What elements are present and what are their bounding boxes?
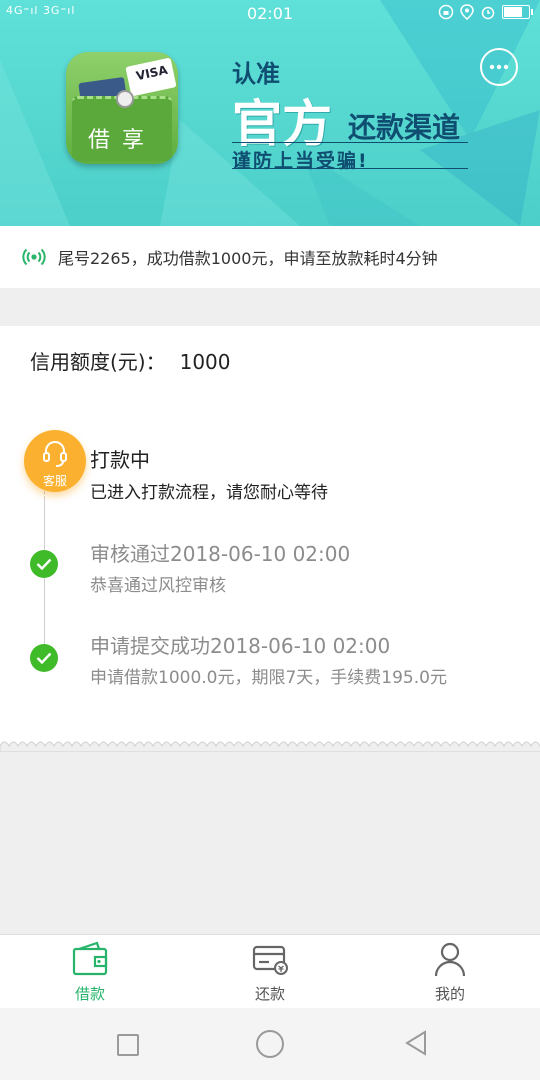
customer-service-label: 客服 — [42, 474, 67, 488]
card-icon — [252, 945, 288, 975]
back-icon[interactable] — [404, 1030, 428, 1056]
person-icon — [434, 942, 466, 977]
notice-bar: 尾号2265，成功借款1000元，申请至放款耗时4分钟 — [0, 226, 540, 288]
step-paying-title: 打款中 — [90, 448, 150, 472]
credit-label: 信用额度(元)： — [30, 350, 166, 374]
slogan-line2b: 还款渠道 — [348, 111, 461, 144]
step-approved-subtitle: 恭喜通过风控审核 — [90, 576, 226, 596]
tab-loan-label: 借款 — [74, 985, 105, 1003]
system-nav-bar — [0, 1008, 540, 1080]
check-icon — [30, 550, 58, 578]
step-submitted-subtitle: 申请借款1000.0元，期限7天，手续费195.0元 — [90, 668, 447, 688]
home-icon[interactable] — [256, 1030, 284, 1058]
tab-repay-label: 还款 — [254, 985, 285, 1003]
tab-mine-label: 我的 — [434, 985, 465, 1003]
recent-apps-icon[interactable] — [117, 1034, 139, 1056]
step-approved-title: 审核通过2018-06-10 02:00 — [90, 542, 351, 566]
step-paying-subtitle: 已进入打款流程，请您耐心等待 — [90, 483, 328, 503]
battery-icon — [502, 5, 533, 19]
broadcast-icon — [22, 248, 46, 266]
card-zigzag-edge — [0, 741, 540, 752]
check-icon — [30, 644, 58, 672]
step-submitted-title: 申请提交成功2018-06-10 02:00 — [90, 634, 391, 658]
headset-icon — [43, 441, 67, 467]
status-bar: 4G⁼ıl 3G⁼ıl 02:01 — [0, 0, 540, 28]
location-icon — [460, 4, 474, 20]
tab-mine[interactable]: 我的 — [360, 941, 540, 1004]
tab-loan[interactable]: 借款 — [0, 941, 180, 1004]
header-banner: 4G⁼ıl 3G⁼ıl 02:01 VISA 借享 认准 官方 还款渠道 谨防上… — [0, 0, 540, 226]
credit-value: 1000 — [179, 350, 231, 374]
lock-rotation-icon — [438, 4, 454, 20]
notice-text: 尾号2265，成功借款1000元，申请至放款耗时4分钟 — [58, 249, 438, 268]
tab-repay[interactable]: 还款 — [180, 941, 360, 1004]
status-icons — [438, 4, 533, 20]
app-logo-text: 借享 — [87, 128, 156, 153]
app-logo: VISA 借享 — [66, 52, 178, 164]
customer-service-button[interactable]: 客服 — [24, 430, 86, 492]
alarm-icon — [481, 6, 495, 20]
bottom-tab-bar: 借款 还款 我的 — [0, 934, 540, 1009]
wallet-icon — [72, 941, 108, 976]
more-dots-icon[interactable] — [480, 48, 518, 86]
credit-limit: 信用额度(元)： 1000 — [30, 346, 231, 375]
loan-status-card: 信用额度(元)： 1000 客服 打款中 已进入打款流程，请您耐心等待 审核通过2… — [0, 326, 540, 748]
